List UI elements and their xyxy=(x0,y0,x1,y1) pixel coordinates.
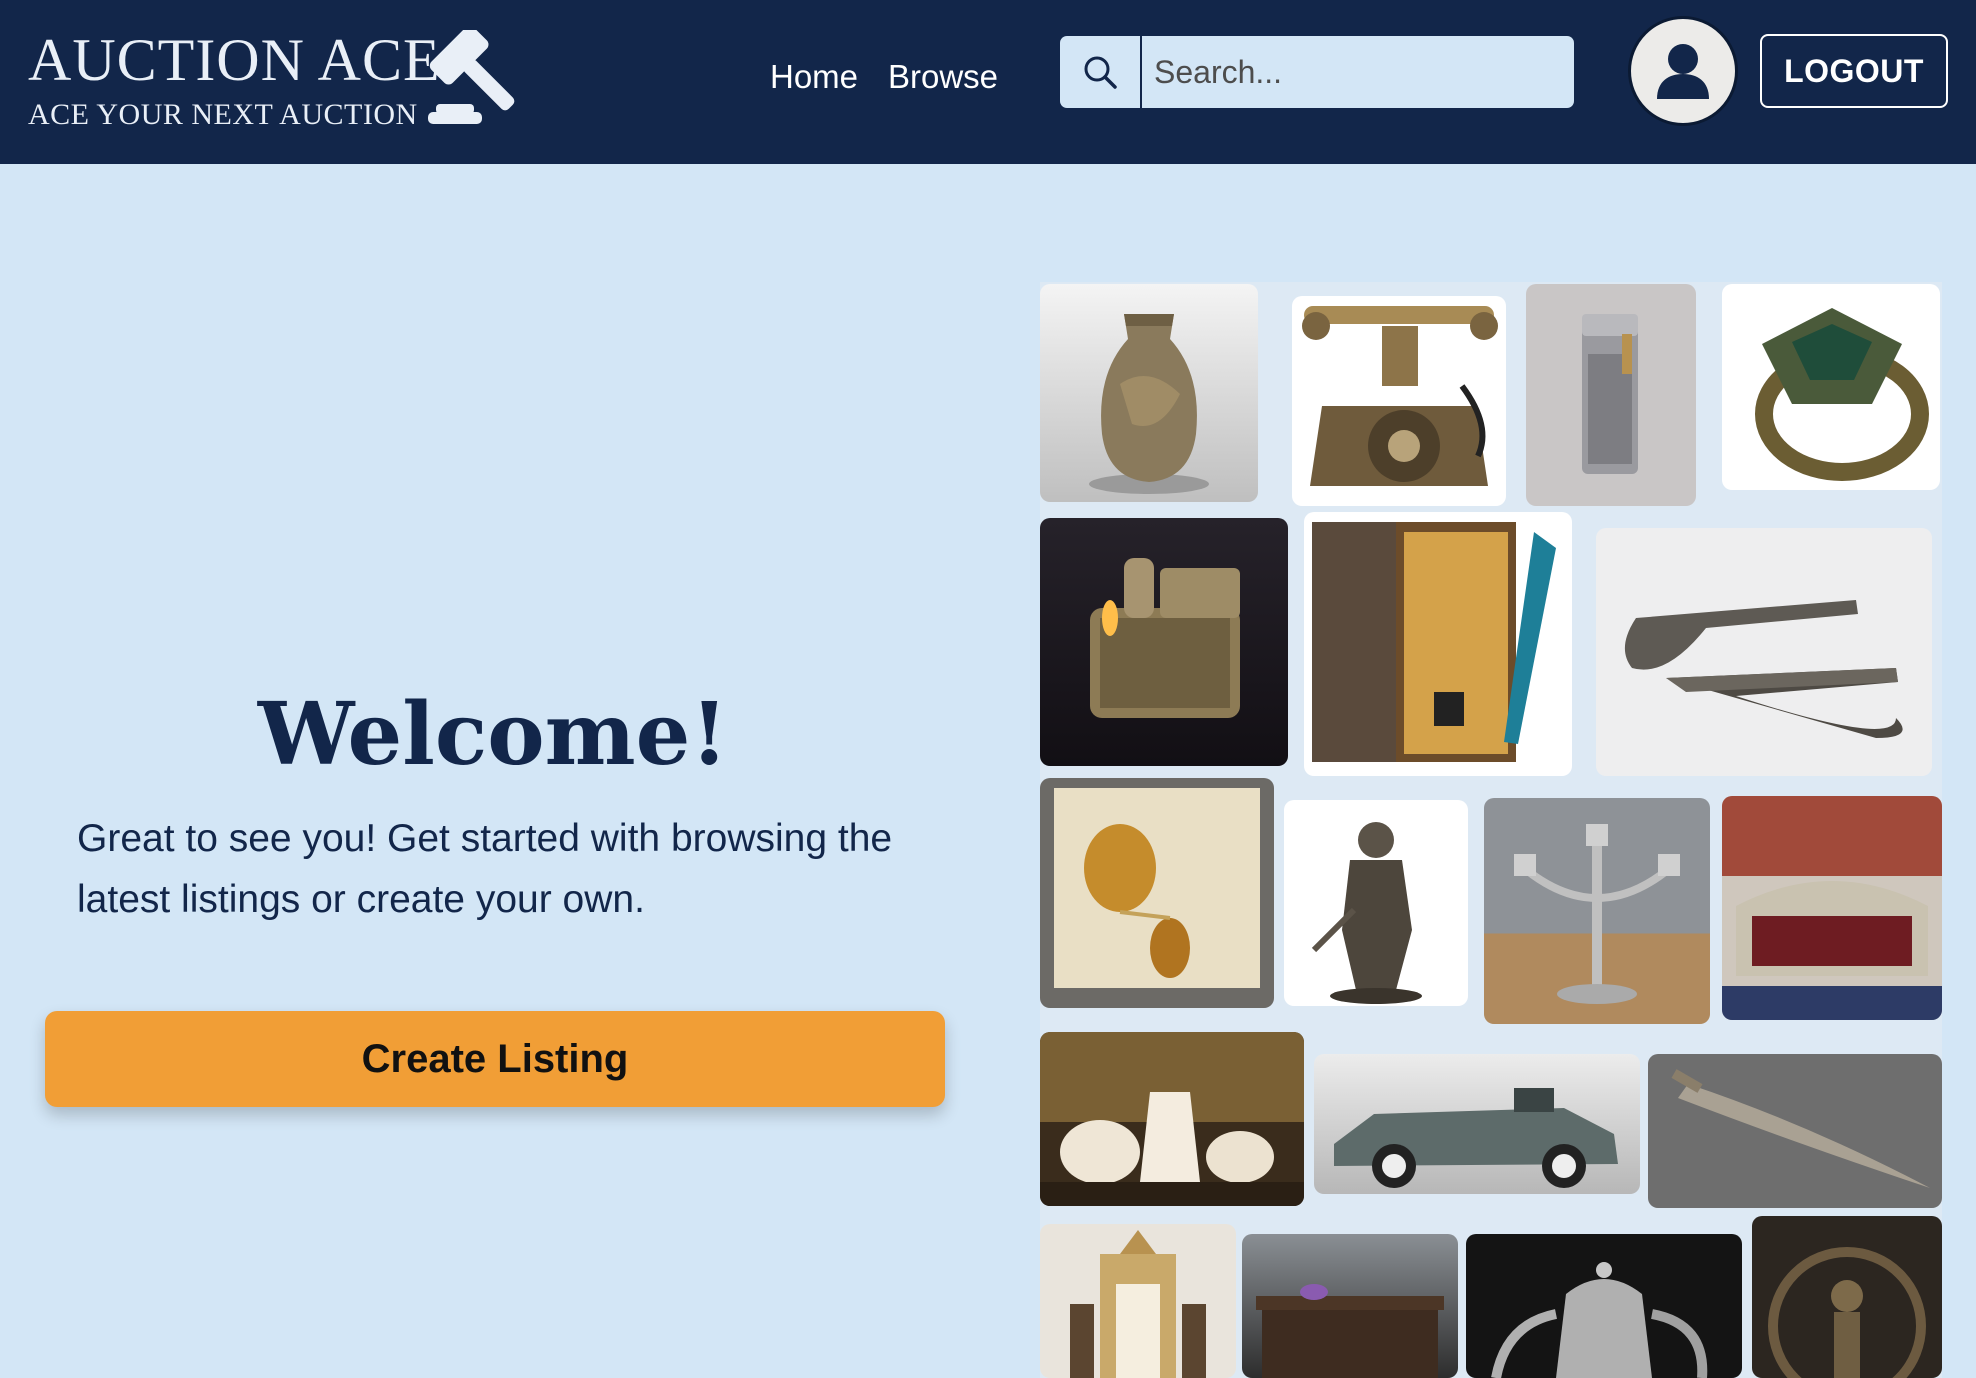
search-input[interactable] xyxy=(1144,36,1574,108)
sabre-icon xyxy=(1671,1069,1930,1188)
listing-image-bronze-vase[interactable] xyxy=(1040,284,1258,502)
sofa-icon xyxy=(1722,796,1942,1020)
brand-tagline: ACE YOUR NEXT AUCTION xyxy=(28,98,418,131)
teapot-icon xyxy=(1491,1262,1708,1378)
listing-image-carved-chest[interactable] xyxy=(1242,1234,1458,1378)
user-icon xyxy=(1657,44,1709,99)
listing-image-candelabra[interactable] xyxy=(1484,798,1710,1024)
pistol-icon xyxy=(1624,600,1903,738)
listing-image-silver-lighter[interactable] xyxy=(1526,284,1696,506)
chest-icon xyxy=(1256,1284,1444,1378)
pendant-icon xyxy=(1054,788,1260,988)
listing-image-sabre[interactable] xyxy=(1648,1054,1942,1208)
telephone-icon xyxy=(1302,306,1498,486)
search-bar xyxy=(1060,36,1574,108)
clock-icon xyxy=(1070,1230,1206,1378)
bronze-vase-icon xyxy=(1089,314,1209,494)
listing-image-porcelain-tea-set[interactable] xyxy=(1040,1032,1304,1206)
listing-image-quill-pen-set[interactable] xyxy=(1304,512,1572,776)
tea-set-icon xyxy=(1040,1032,1304,1206)
listing-image-vintage-car[interactable] xyxy=(1314,1054,1640,1194)
user-avatar-button[interactable] xyxy=(1628,16,1738,126)
lighter-icon xyxy=(1582,314,1638,474)
statue-icon xyxy=(1311,822,1422,1004)
gavel-icon xyxy=(426,25,522,130)
listing-image-amber-pendant[interactable] xyxy=(1040,778,1274,1008)
listing-image-engraved-lighter[interactable] xyxy=(1040,518,1288,766)
search-icon xyxy=(1084,56,1117,89)
brand-title: AUCTION ACE xyxy=(28,27,441,93)
nav-browse-link[interactable]: Browse xyxy=(888,56,998,98)
listing-image-ornate-clock[interactable] xyxy=(1040,1224,1236,1378)
deity-statue-icon xyxy=(1768,1247,1926,1378)
listing-image-baroque-sofa[interactable] xyxy=(1722,796,1942,1020)
listing-image-pewter-teapot[interactable] xyxy=(1466,1234,1742,1378)
create-listing-button[interactable]: Create Listing xyxy=(45,1011,945,1107)
car-icon xyxy=(1334,1088,1618,1188)
welcome-heading: Welcome! xyxy=(257,684,729,785)
nav-home-link[interactable]: Home xyxy=(770,56,858,98)
listing-image-warrior-statue[interactable] xyxy=(1284,800,1468,1006)
intro-text: Great to see you! Get started with brows… xyxy=(77,817,893,921)
brand[interactable]: AUCTION ACE ACE YOUR NEXT AUCTION xyxy=(28,26,441,132)
listing-image-antique-telephone[interactable] xyxy=(1292,296,1506,506)
listing-image-bronze-deity-statue[interactable] xyxy=(1752,1216,1942,1378)
candelabra-icon xyxy=(1514,824,1680,1004)
lighter-icon xyxy=(1090,558,1240,718)
listing-image-jade-ring[interactable] xyxy=(1722,284,1940,490)
search-button[interactable] xyxy=(1060,36,1142,108)
listing-image-flintlock-pistols[interactable] xyxy=(1596,528,1932,776)
top-navigation-bar: AUCTION ACE ACE YOUR NEXT AUCTION Home B… xyxy=(0,0,1976,164)
quill-pen-icon xyxy=(1312,522,1556,762)
ring-icon xyxy=(1755,308,1929,481)
logout-button[interactable]: LOGOUT xyxy=(1760,34,1948,108)
listing-collage xyxy=(1040,282,1942,1378)
